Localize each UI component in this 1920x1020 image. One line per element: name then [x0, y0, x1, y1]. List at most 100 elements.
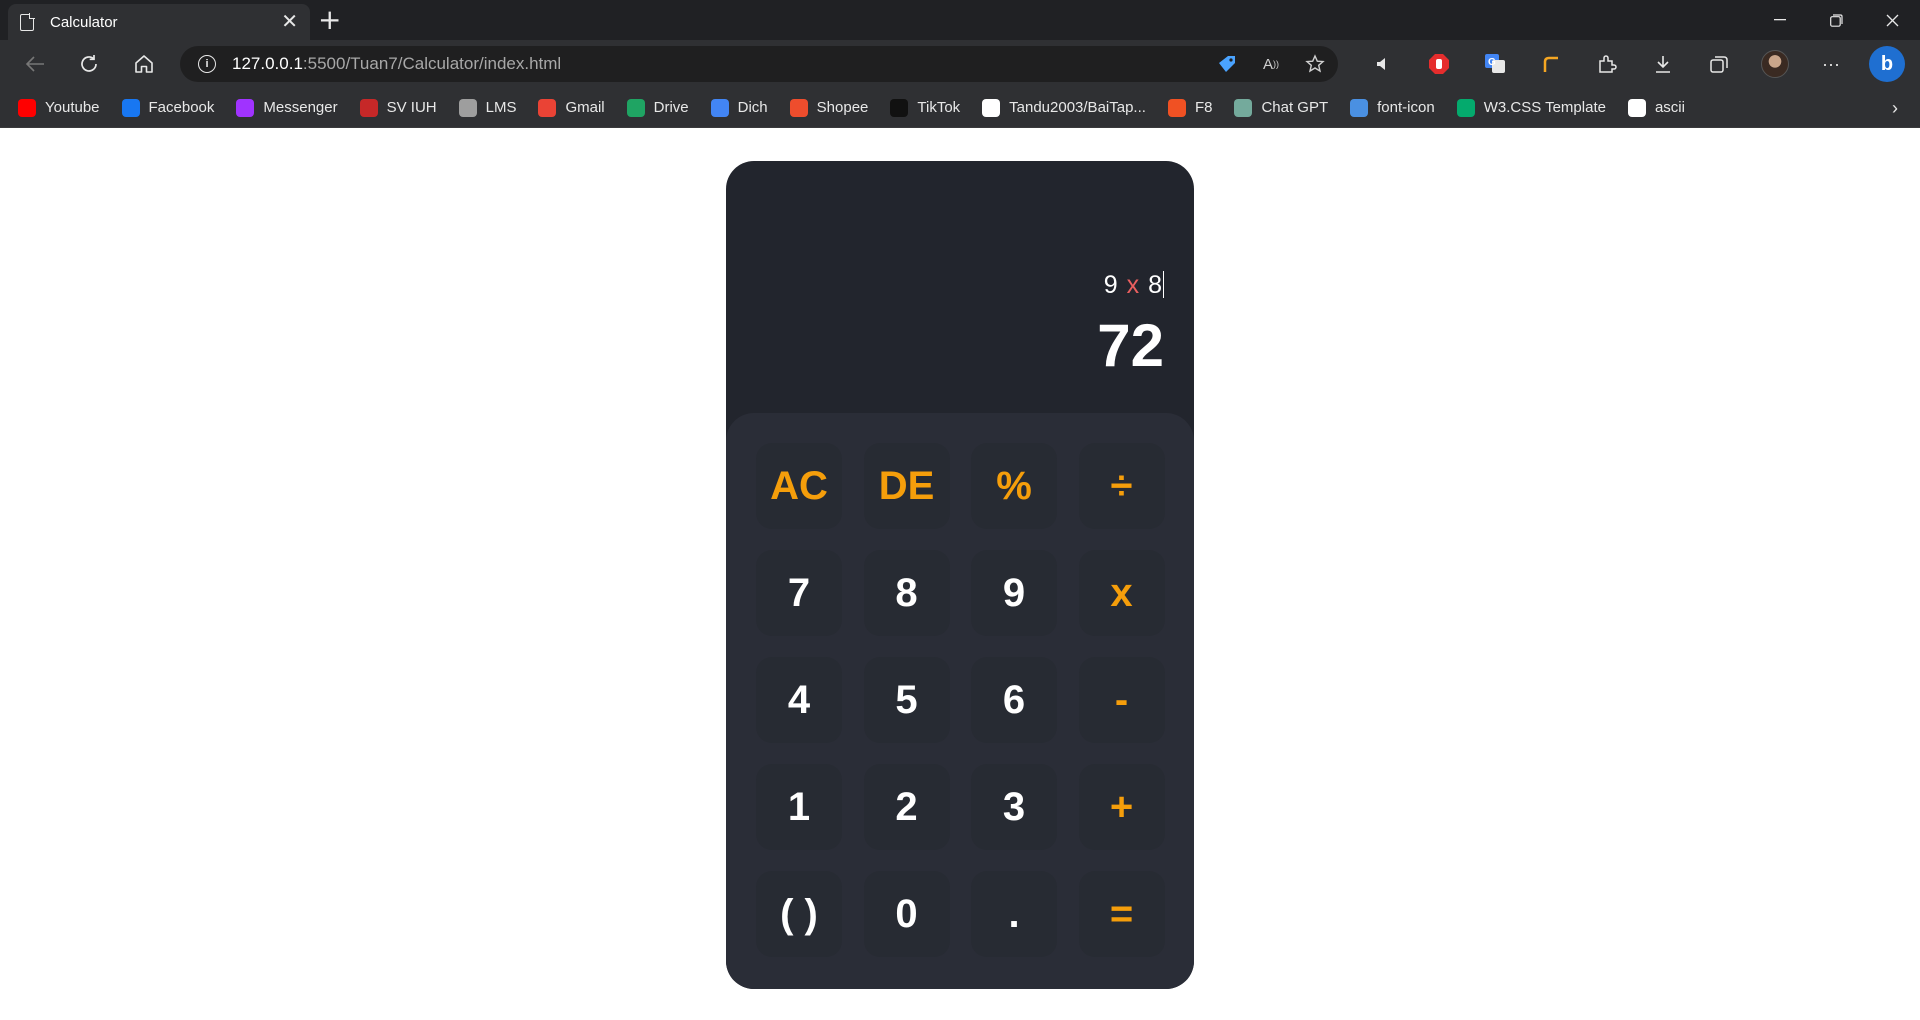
read-aloud-icon[interactable]: A)): [1260, 54, 1282, 74]
price-tag-icon[interactable]: [1216, 54, 1238, 74]
parentheses-button[interactable]: ( ): [756, 871, 842, 957]
bookmark-label: Youtube: [45, 99, 100, 116]
bookmark-item[interactable]: TikTok: [890, 98, 961, 117]
decimal-button[interactable]: .: [971, 871, 1057, 957]
bookmark-item[interactable]: Youtube: [18, 98, 100, 117]
digit-8-button[interactable]: 8: [863, 550, 950, 636]
back-icon[interactable]: [18, 48, 52, 80]
bookmark-label: W3.CSS Template: [1483, 99, 1606, 116]
delete-button[interactable]: DE: [863, 443, 950, 529]
flag-icon: [1350, 98, 1369, 117]
clear-all-button[interactable]: AC: [756, 443, 842, 529]
f8-icon: [1167, 98, 1186, 117]
bookmark-item[interactable]: font-icon: [1350, 98, 1435, 117]
digit-5-button[interactable]: 5: [863, 657, 950, 743]
divide-button[interactable]: ÷: [1078, 443, 1165, 529]
calculator: 9 x 8 72 AC DE% ÷ 7 8 9 x 4 5 6-1 2 3 +( ) 0. =: [726, 161, 1194, 989]
digit-1-button[interactable]: 1: [756, 764, 842, 850]
tiktok-icon: [890, 98, 909, 117]
extension-tool-icon[interactable]: [1523, 48, 1579, 80]
bookmark-label: Gmail: [565, 99, 605, 116]
bookmark-label: LMS: [485, 99, 517, 116]
svg-text:G: G: [1488, 57, 1496, 68]
github-icon: [982, 98, 1001, 117]
close-tab-icon[interactable]: ✕: [281, 12, 298, 32]
site-info-icon[interactable]: i: [198, 55, 216, 73]
profile-avatar[interactable]: [1747, 48, 1803, 80]
downloads-icon[interactable]: [1635, 48, 1691, 80]
bookmark-item[interactable]: Messenger: [236, 98, 338, 117]
bookmark-label: Drive: [653, 99, 689, 116]
bookmark-label: Dich: [737, 99, 768, 116]
bookmark-label: Chat GPT: [1261, 99, 1329, 116]
bookmark-label: F8: [1194, 99, 1213, 116]
sv-iuh-icon: [359, 98, 378, 117]
youtube-icon: [18, 98, 36, 117]
window-controls: [1752, 0, 1920, 40]
bookmark-item[interactable]: Tandu2003/BaiTap...: [982, 98, 1146, 117]
add-favorite-icon[interactable]: [1304, 54, 1326, 74]
percent-button[interactable]: %: [971, 443, 1057, 529]
bookmark-item[interactable]: ascii: [1627, 98, 1685, 117]
expression-left: 9: [1103, 271, 1118, 299]
expression-operator: x: [1126, 271, 1140, 299]
close-window-icon[interactable]: [1864, 0, 1920, 40]
multiply-button[interactable]: x: [1078, 550, 1165, 636]
bookmark-label: Tandu2003/BaiTap...: [1009, 99, 1146, 116]
digit-2-button[interactable]: 2: [863, 764, 950, 850]
gmail-icon: [538, 98, 557, 117]
tab-calculator[interactable]: Calculator ✕: [8, 4, 310, 40]
digit-7-button[interactable]: 7: [756, 550, 842, 636]
more-options-icon[interactable]: ···: [1803, 48, 1859, 80]
bookmark-item[interactable]: Shopee: [789, 98, 868, 117]
bookmark-label: TikTok: [917, 99, 961, 116]
address-bar[interactable]: i 127.0.0.1:5500/Tuan7/Calculator/index.…: [180, 46, 1338, 82]
keypad: AC DE% ÷ 7 8 9 x 4 5 6- 1 2 3 + ( ) 0. =: [726, 413, 1194, 989]
lms-icon: [458, 98, 477, 117]
collections-icon[interactable]: [1691, 48, 1747, 80]
equals-button[interactable]: =: [1078, 871, 1165, 957]
calculator-display: 9 x 8 72: [726, 161, 1194, 413]
address-actions: A)): [1216, 54, 1326, 74]
bookmark-item[interactable]: Chat GPT: [1234, 98, 1329, 117]
toolbar-extensions: G ··· b: [1355, 46, 1915, 82]
refresh-icon[interactable]: [72, 48, 106, 80]
restore-icon[interactable]: [1808, 0, 1864, 40]
facebook-icon: [121, 98, 140, 117]
bing-copilot-icon[interactable]: b: [1859, 46, 1915, 82]
bookmark-item[interactable]: Drive: [626, 98, 689, 117]
messenger-icon: [236, 98, 255, 117]
bookmark-item[interactable]: F8: [1167, 98, 1213, 117]
ascii-icon: [1627, 98, 1646, 117]
subtract-button[interactable]: -: [1078, 657, 1165, 743]
bookmark-label: font-icon: [1377, 99, 1435, 116]
mute-tab-icon[interactable]: [1355, 48, 1411, 80]
adblock-icon[interactable]: [1411, 48, 1467, 80]
drive-icon: [626, 98, 645, 117]
bookmark-item[interactable]: Facebook: [121, 98, 214, 117]
digit-0-button[interactable]: 0: [863, 871, 950, 957]
home-icon[interactable]: [127, 48, 161, 80]
bookmark-item[interactable]: Dich: [710, 98, 768, 117]
bookmark-item[interactable]: LMS: [458, 98, 517, 117]
digit-6-button[interactable]: 6: [971, 657, 1057, 743]
page-icon: [20, 12, 35, 31]
translate-icon: [710, 98, 729, 117]
digit-3-button[interactable]: 3: [971, 764, 1057, 850]
chatgpt-icon: [1234, 98, 1253, 117]
new-tab-icon[interactable]: +: [318, 6, 341, 34]
expression-input[interactable]: 9 x 8: [1104, 271, 1164, 300]
bookmark-item[interactable]: W3.CSS Template: [1456, 98, 1606, 117]
extensions-icon[interactable]: [1579, 48, 1635, 80]
bookmark-label: SV IUH: [386, 99, 437, 116]
add-button[interactable]: +: [1078, 764, 1165, 850]
minimize-icon[interactable]: [1752, 0, 1808, 40]
url-path: :5500/Tuan7/Calculator/index.html: [302, 54, 562, 73]
bookmark-item[interactable]: SV IUH: [359, 98, 437, 117]
digit-9-button[interactable]: 9: [971, 550, 1057, 636]
bookmark-item[interactable]: Gmail: [538, 98, 605, 117]
url-host: 127.0.0.1: [232, 54, 303, 73]
google-translate-icon[interactable]: G: [1467, 48, 1523, 80]
digit-4-button[interactable]: 4: [756, 657, 842, 743]
bookmarks-more-icon[interactable]: ›: [1892, 98, 1898, 119]
